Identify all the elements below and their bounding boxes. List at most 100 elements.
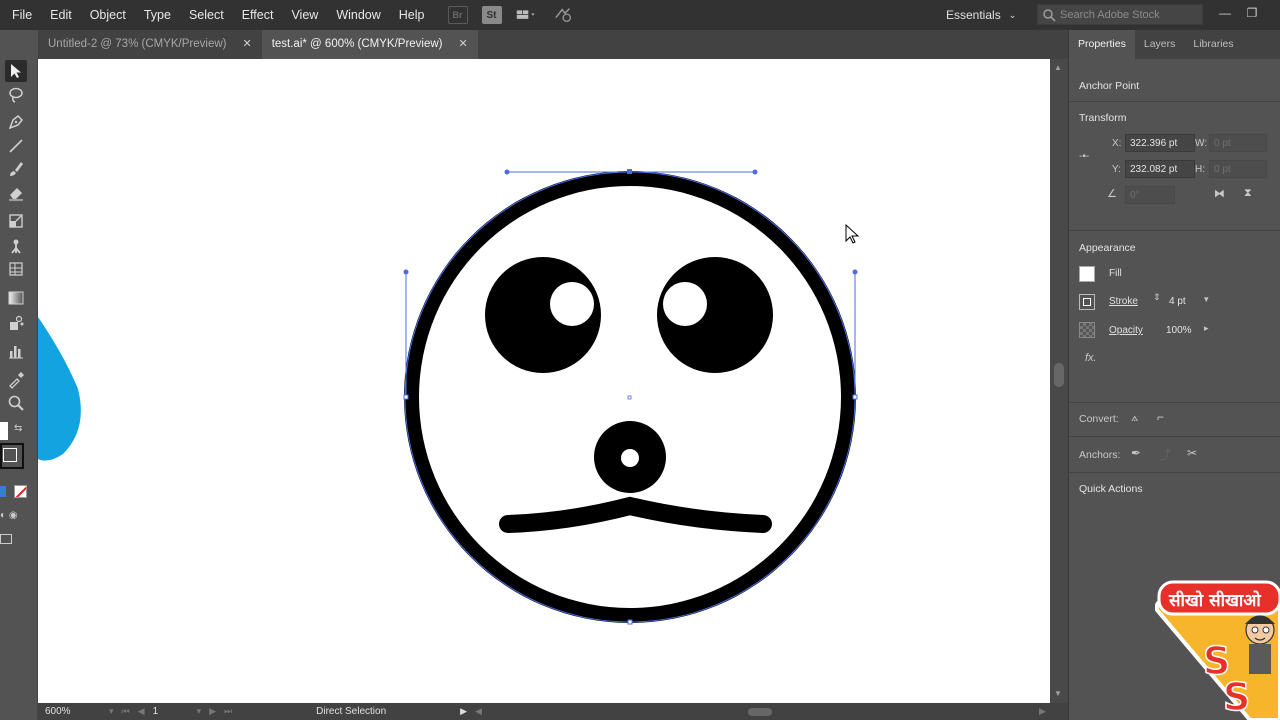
graph-icon[interactable] — [5, 340, 27, 362]
left-eye-highlight[interactable] — [550, 282, 594, 326]
x-field[interactable] — [1125, 134, 1195, 152]
tab-libraries[interactable]: Libraries — [1184, 30, 1242, 59]
opacity-icon[interactable] — [1079, 322, 1095, 338]
h-field[interactable] — [1209, 160, 1267, 178]
scroll-left-icon[interactable]: ◀ — [475, 706, 482, 717]
close-icon[interactable]: ✕ — [459, 30, 468, 59]
close-icon[interactable]: ✕ — [242, 30, 251, 59]
anchor-point[interactable] — [403, 394, 409, 400]
search-stock-box[interactable] — [1037, 4, 1203, 25]
anchor-point[interactable] — [852, 394, 858, 400]
anchor-point[interactable] — [627, 619, 633, 625]
eyedropper-icon[interactable] — [5, 369, 27, 391]
menu-view[interactable]: View — [282, 0, 327, 30]
tab-test-ai[interactable]: test.ai* @ 600% (CMYK/Preview) ✕ — [261, 30, 478, 59]
convert-smooth-icon[interactable]: ⌐ — [1157, 410, 1164, 424]
menu-window[interactable]: Window — [327, 0, 389, 30]
lasso-icon[interactable] — [5, 84, 27, 106]
previous-artboard-icon[interactable]: ◀ — [138, 706, 145, 717]
scroll-down-icon[interactable]: ▼ — [1054, 689, 1062, 698]
menu-type[interactable]: Type — [135, 0, 180, 30]
zoom-icon[interactable] — [5, 392, 27, 414]
blue-drop-shape[interactable] — [38, 317, 81, 461]
right-eye-highlight[interactable] — [663, 282, 707, 326]
stepper-icon[interactable]: ⇕ — [1153, 292, 1161, 303]
none-color-icon[interactable] — [14, 485, 27, 498]
scroll-right-icon[interactable]: ▶ — [1039, 706, 1046, 717]
screen-mode-icon[interactable] — [0, 534, 12, 544]
tab-properties[interactable]: Properties — [1069, 30, 1135, 59]
chevron-right-icon[interactable]: ▸ — [1204, 323, 1209, 334]
fill-swatch[interactable] — [0, 422, 8, 440]
rotate-field[interactable] — [1125, 186, 1175, 204]
scale-icon[interactable] — [5, 210, 27, 232]
scroll-thumb[interactable] — [1054, 363, 1064, 387]
divider — [1069, 402, 1280, 403]
menu-effect[interactable]: Effect — [233, 0, 283, 30]
pen-icon[interactable] — [5, 111, 27, 133]
vertical-scrollbar[interactable]: ▲ ▼ — [1050, 59, 1068, 703]
arrange-documents-icon[interactable] — [516, 6, 536, 24]
tab-layers[interactable]: Layers — [1135, 30, 1185, 59]
flip-vertical-icon[interactable]: ⧗ — [1244, 187, 1252, 200]
selected-anchor-point[interactable] — [627, 169, 632, 174]
chevron-down-icon[interactable]: ▾ — [1204, 294, 1209, 305]
canvas-area[interactable] — [38, 59, 1050, 703]
free-transform-icon[interactable] — [5, 258, 27, 280]
status-menu-icon[interactable]: ▶ — [460, 706, 467, 717]
opacity-field[interactable] — [1162, 321, 1206, 339]
direct-selection-icon[interactable] — [5, 60, 27, 82]
opacity-label[interactable]: Opacity — [1109, 325, 1143, 336]
menu-object[interactable]: Object — [81, 0, 135, 30]
artwork[interactable] — [38, 59, 1050, 703]
stroke-swatch[interactable] — [0, 443, 24, 469]
next-artboard-icon[interactable]: ▶ — [209, 706, 216, 717]
paintbrush-icon[interactable] — [5, 158, 27, 180]
minimize-button[interactable]: — — [1215, 4, 1235, 22]
y-field[interactable] — [1125, 160, 1195, 178]
color-mode-icon[interactable] — [0, 486, 6, 497]
horizontal-scroll-thumb[interactable] — [748, 708, 772, 716]
cut-path-icon[interactable]: ✂ — [1187, 446, 1197, 460]
chevron-down-icon[interactable]: ▾ — [109, 706, 114, 717]
menu-edit[interactable]: Edit — [41, 0, 81, 30]
workspace-switcher[interactable]: Essentials ⌄ — [946, 0, 1016, 30]
symbol-sprayer-icon[interactable] — [5, 312, 27, 334]
restore-button[interactable]: ❐ — [1242, 4, 1262, 22]
workspace-label: Essentials — [946, 8, 1001, 22]
fx-icon[interactable]: fx. — [1085, 352, 1097, 364]
first-artboard-icon[interactable]: ⏮ — [122, 706, 130, 717]
last-artboard-icon[interactable]: ⏭ — [224, 706, 232, 717]
w-field[interactable] — [1209, 134, 1267, 152]
tab-untitled-2[interactable]: Untitled-2 @ 73% (CMYK/Preview) ✕ — [38, 30, 262, 59]
stroke-swatch[interactable] — [1079, 294, 1095, 310]
menu-select[interactable]: Select — [180, 0, 233, 30]
swap-fill-stroke-icon[interactable]: ⇆ — [14, 423, 22, 434]
artboard[interactable] — [38, 59, 1050, 703]
draw-mode-icon[interactable]: ◐ ◉ — [0, 510, 18, 521]
scroll-up-icon[interactable]: ▲ — [1054, 63, 1062, 72]
connect-anchor-icon[interactable]: ⤴ — [1159, 446, 1171, 463]
reference-point-icon[interactable]: -▪- — [1079, 151, 1089, 162]
eraser-icon[interactable] — [5, 182, 27, 204]
current-tool-label[interactable]: Direct Selection — [316, 706, 456, 717]
chevron-down-icon[interactable]: ▾ — [197, 706, 202, 717]
menu-file[interactable]: File — [0, 0, 41, 30]
artboard-number[interactable]: 1 — [153, 706, 193, 717]
puppet-warp-icon[interactable] — [5, 235, 27, 257]
gradient-icon[interactable] — [5, 287, 27, 309]
stock-icon[interactable]: St — [481, 6, 502, 24]
bridge-icon[interactable]: Br — [447, 6, 468, 24]
nose-highlight[interactable] — [621, 449, 639, 467]
gpu-performance-icon[interactable] — [554, 6, 574, 24]
search-stock-input[interactable] — [1060, 8, 1200, 21]
flip-horizontal-icon[interactable]: ⧓ — [1214, 187, 1225, 200]
menu-help[interactable]: Help — [390, 0, 434, 30]
stroke-weight-field[interactable] — [1165, 292, 1201, 310]
convert-corner-icon[interactable]: ⟑ — [1131, 410, 1138, 425]
line-icon[interactable] — [5, 135, 27, 157]
zoom-level[interactable]: 600% — [45, 706, 105, 717]
remove-anchor-icon[interactable]: ✒ — [1131, 446, 1141, 460]
fill-swatch[interactable] — [1079, 266, 1095, 282]
stroke-label[interactable]: Stroke — [1109, 296, 1138, 307]
